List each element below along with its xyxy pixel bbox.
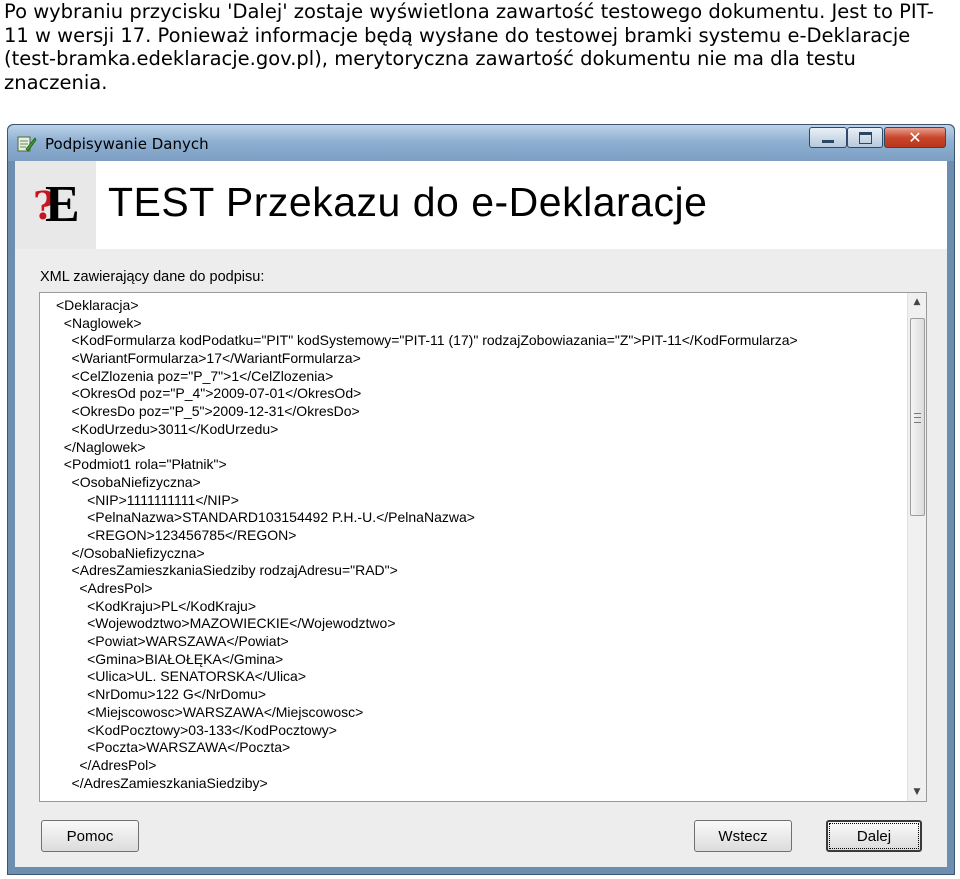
arrow-down-icon: ▼ — [913, 787, 921, 797]
window-title: Podpisywanie Danych — [45, 135, 209, 153]
e-deklaracje-logo: ? E — [15, 161, 96, 249]
minimize-icon — [822, 140, 834, 143]
dialog-window: Podpisywanie Danych ✕ ? E TEST Przekazu … — [7, 124, 955, 875]
dialog-body: ? E TEST Przekazu do e-Deklaracje XML za… — [15, 161, 947, 867]
vertical-scrollbar[interactable]: ▲ ▼ — [907, 293, 926, 801]
maximize-button[interactable] — [847, 127, 883, 148]
signing-app-icon — [17, 134, 37, 154]
xml-line: <KodUrzedu>3011</KodUrzedu> — [56, 420, 279, 437]
xml-line: </OsobaNiefizyczna> — [56, 544, 205, 561]
xml-textarea[interactable]: <Deklaracja> <Naglowek> <KodFormularza k… — [39, 292, 927, 802]
scroll-down-button[interactable]: ▼ — [908, 783, 926, 801]
banner-title: TEST Przekazu do e-Deklaracje — [108, 179, 708, 225]
xml-line: <CelZlozenia poz="P_7">1</CelZlozenia> — [56, 367, 334, 384]
xml-line: </AdresZamieszkaniaSiedziby> — [56, 774, 268, 791]
xml-line: <OsobaNiefizyczna> — [56, 473, 201, 490]
xml-line: <Gmina>BIAŁOŁĘKA</Gmina> — [56, 650, 284, 667]
xml-line: <OkresDo poz="P_5">2009-12-31</OkresDo> — [56, 403, 360, 420]
title-bar[interactable]: Podpisywanie Danych ✕ — [8, 125, 954, 161]
xml-line: <WariantFormularza>17</WariantFormularza… — [56, 350, 361, 367]
help-button[interactable]: Pomoc — [41, 820, 139, 852]
maximize-icon — [858, 131, 872, 144]
caption: Po wybraniu przycisku 'Dalej' zostaje wy… — [4, 0, 956, 94]
xml-line: <Ulica>UL. SENATORSKA</Ulica> — [56, 668, 307, 685]
minimize-button[interactable] — [809, 127, 847, 148]
close-icon: ✕ — [908, 128, 922, 147]
xml-line: <KodFormularza kodPodatku="PIT" kodSyste… — [56, 332, 798, 349]
xml-line: <KodPocztowy>03-133</KodPocztowy> — [56, 721, 337, 738]
xml-line: <Podmiot1 rola="Płatnik"> — [56, 456, 227, 473]
xml-line: <AdresZamieszkaniaSiedziby rodzajAdresu=… — [56, 562, 398, 579]
xml-line: <Deklaracja> — [56, 297, 139, 313]
xml-line: <NIP>1111111111</NIP> — [56, 491, 239, 508]
xml-line: <Powiat>WARSZAWA</Powiat> — [56, 633, 289, 650]
xml-line: <Poczta>WARSZAWA</Poczta> — [56, 739, 291, 756]
scroll-thumb[interactable] — [910, 318, 925, 516]
xml-line: <Naglowek> — [56, 314, 142, 331]
grip-icon — [914, 413, 921, 423]
next-button[interactable]: Dalej — [826, 820, 922, 852]
xml-line: <PelnaNazwa>STANDARD103154492 P.H.-U.</P… — [56, 509, 475, 526]
scroll-up-button[interactable]: ▲ — [908, 293, 926, 311]
logo-letter-e: E — [45, 176, 80, 233]
xml-label: XML zawierający dane do podpisu: — [40, 269, 265, 285]
back-button[interactable]: Wstecz — [694, 820, 792, 852]
banner: ? E TEST Przekazu do e-Deklaracje — [15, 161, 947, 249]
xml-line: </Naglowek> — [56, 438, 146, 455]
xml-line: <OkresOd poz="P_4">2009-07-01</OkresOd> — [56, 385, 362, 402]
xml-line: <Miejscowosc>WARSZAWA</Miejscowosc> — [56, 703, 364, 720]
xml-content: <Deklaracja> <Naglowek> <KodFormularza k… — [40, 297, 900, 792]
xml-line: </AdresPol> — [56, 756, 157, 773]
arrow-up-icon: ▲ — [913, 297, 921, 307]
xml-line: <KodKraju>PL</KodKraju> — [56, 597, 257, 614]
xml-line: <REGON>123456785</REGON> — [56, 526, 297, 543]
caption-text: Po wybraniu przycisku 'Dalej' zostaje wy… — [4, 0, 934, 94]
close-button[interactable]: ✕ — [884, 127, 946, 148]
xml-line: <NrDomu>122 G</NrDomu> — [56, 686, 267, 703]
xml-line: <Wojewodztwo>MAZOWIECKIE</Wojewodztwo> — [56, 615, 396, 632]
xml-line: <AdresPol> — [56, 580, 153, 596]
